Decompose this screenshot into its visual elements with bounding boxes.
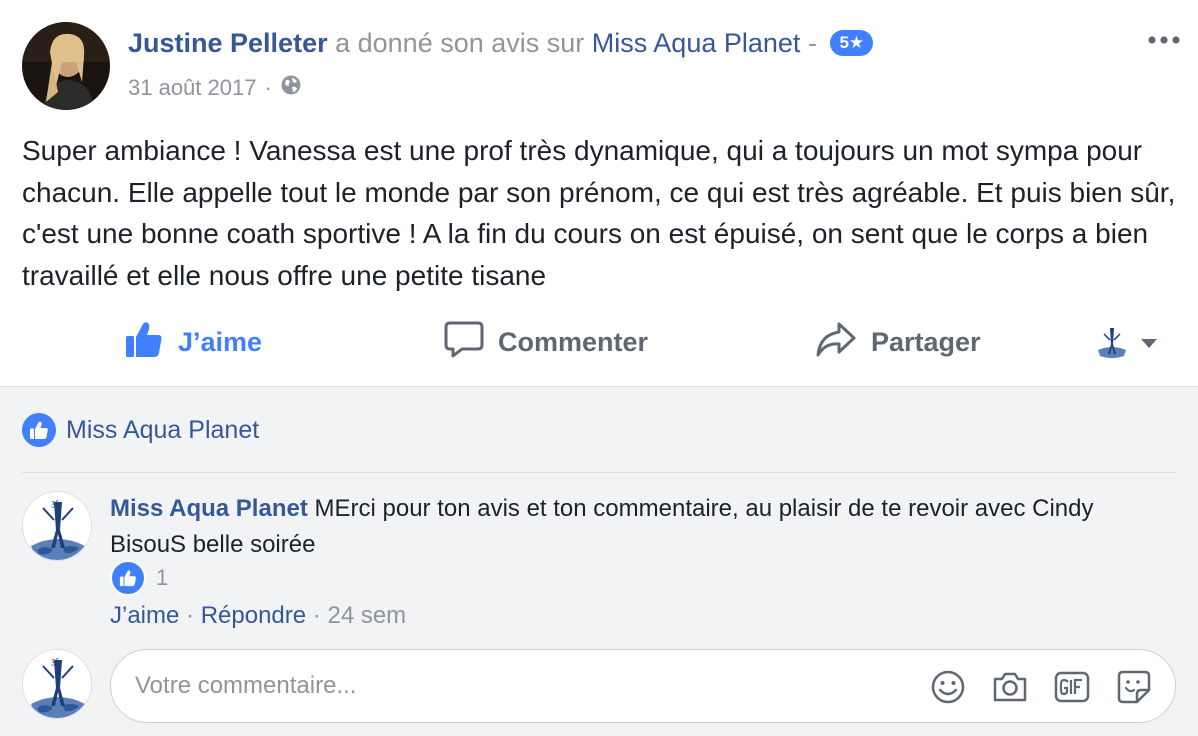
comment-label: Commenter [498,326,649,357]
likes-summary[interactable]: Miss Aqua Planet [22,413,259,447]
comment-actions-dot: · [186,602,195,629]
comment-actions-dot: · [312,602,321,629]
like-reaction-icon [110,560,146,596]
comment-time[interactable]: 24 sem [327,602,406,629]
post-action-bar: J’aime Commenter Partager [0,316,1198,368]
thumbs-up-icon [124,319,164,366]
post-as-selector[interactable] [1094,324,1158,365]
sticker-icon[interactable] [1115,668,1153,706]
like-reaction-icon [22,413,56,447]
review-post: Justine Pelleter a donné son avis sur Mi… [0,0,1198,386]
star-icon: ★ [848,33,865,52]
review-action-text: a donné son avis sur [335,28,585,58]
share-label: Partager [871,326,981,357]
emoji-icon[interactable] [929,668,967,706]
comment-reply-link[interactable]: Répondre [201,602,306,629]
commenter-avatar[interactable]: ʒʃ [22,491,92,561]
meta-dot: · [264,75,272,100]
post-date[interactable]: 31 août 2017 [128,75,256,101]
comments-divider [22,472,1176,473]
header-separator: - [807,28,817,58]
svg-text:ʒʃ: ʒʃ [51,657,59,666]
page-avatar-icon [1094,324,1130,365]
comment-button[interactable]: Commenter [444,316,648,368]
camera-icon[interactable] [991,668,1029,706]
gif-icon[interactable] [1053,668,1091,706]
comment-author[interactable]: Miss Aqua Planet [110,495,308,522]
author-name[interactable]: Justine Pelleter [128,28,328,58]
rating-badge: 5★ [830,30,874,56]
rating-value: 5 [839,33,849,52]
author-avatar[interactable] [22,22,110,110]
globe-icon[interactable] [280,74,302,102]
share-button[interactable]: Partager [815,316,981,368]
comment-reactions[interactable]: 1 [110,560,168,596]
like-button[interactable]: J’aime [124,316,262,368]
chevron-down-icon [1140,336,1158,354]
page-name-link[interactable]: Miss Aqua Planet [592,28,801,58]
post-header: Justine Pelleter a donné son avis sur Mi… [128,28,874,59]
comment-input[interactable] [135,664,915,708]
compose-icons [929,668,1153,706]
post-meta: 31 août 2017 · [128,74,302,102]
share-arrow-icon [815,319,857,366]
svg-text:ʒʃ: ʒʃ [51,499,59,508]
comment-compose-box [110,649,1176,723]
comment-bubble-icon [444,319,484,366]
comment-actions: J’aime · Répondre · 24 sem [110,602,406,630]
comment-like-link[interactable]: J’aime [110,602,179,629]
comment-body: Miss Aqua Planet MErci pour ton avis et … [110,491,1150,563]
likes-summary-name: Miss Aqua Planet [66,415,260,444]
post-text: Super ambiance ! Vanessa est une prof tr… [22,135,1176,291]
like-label: J’aime [178,326,263,357]
reaction-count: 1 [156,565,169,590]
compose-avatar[interactable]: ʒʃ [22,649,92,719]
ellipsis-icon[interactable] [1146,30,1182,50]
comments-section: Miss Aqua Planet ʒʃ Miss Aqua Planet MEr… [0,386,1198,736]
